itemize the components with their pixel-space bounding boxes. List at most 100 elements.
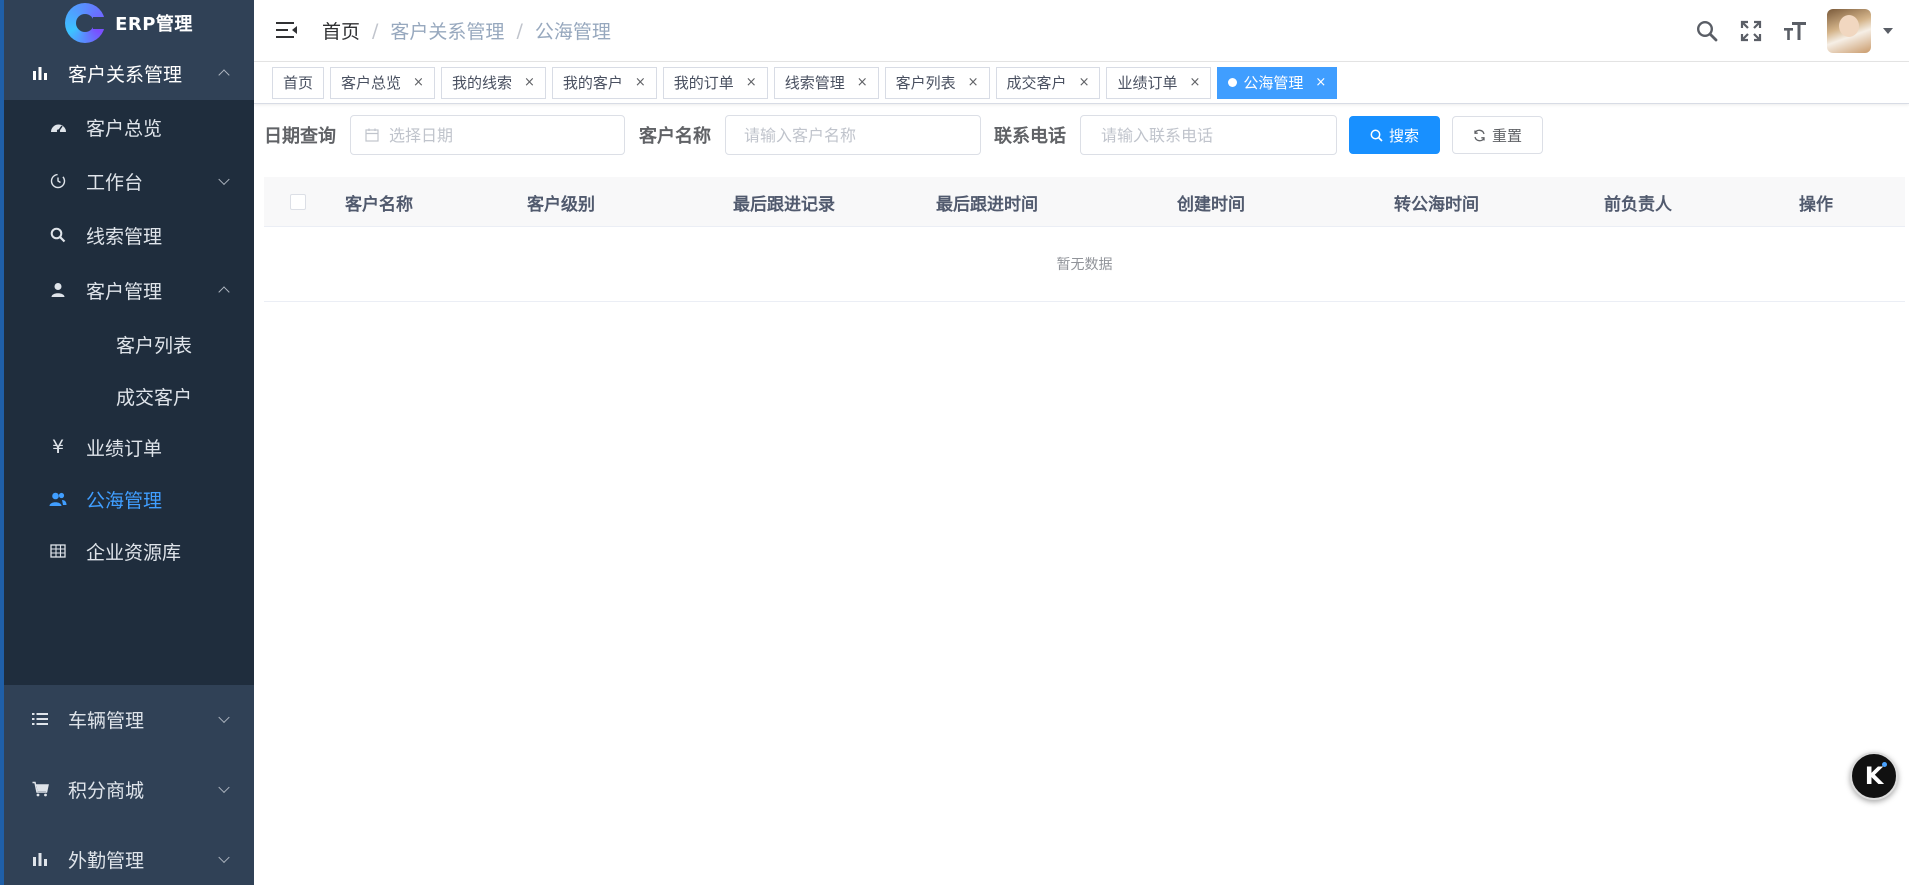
close-icon[interactable]: × xyxy=(1315,75,1326,90)
logo-icon xyxy=(65,3,108,43)
sidebar-item-crm[interactable]: 客户关系管理 xyxy=(4,46,254,100)
tag-my-customers[interactable]: 我的客户 × xyxy=(551,66,657,99)
close-icon[interactable]: × xyxy=(413,75,424,90)
sidebar-item-label: 外勤管理 xyxy=(68,849,145,872)
tag-public-pool[interactable]: 公海管理 × xyxy=(1217,66,1338,99)
chevron-down-icon xyxy=(218,851,230,864)
customer-name-field[interactable] xyxy=(725,115,981,155)
sidebar-item-label: 线索管理 xyxy=(86,225,163,248)
sidebar-item-label: 工作台 xyxy=(86,171,144,194)
tag-my-leads[interactable]: 我的线索 × xyxy=(440,66,546,99)
sidebar-item-label: 客户关系管理 xyxy=(68,63,183,86)
tag-label: 线索管理 xyxy=(784,74,845,92)
name-label: 客户名称 xyxy=(639,126,711,147)
breadcrumb-home[interactable]: 首页 xyxy=(322,17,360,44)
phone-input[interactable] xyxy=(1101,125,1322,145)
chevron-down-icon xyxy=(218,711,230,724)
navbar: 首页 / 客户关系管理 / 公海管理 xyxy=(254,0,1909,62)
sidebar-item-label: 成交客户 xyxy=(116,386,193,409)
tag-label: 客户总览 xyxy=(341,74,402,92)
user-icon xyxy=(46,278,70,302)
floating-button-label: K xyxy=(1864,762,1884,790)
avatar[interactable] xyxy=(1827,9,1871,53)
sidebar-item-customer-overview[interactable]: 客户总览 xyxy=(4,100,254,154)
reset-button-label: 重置 xyxy=(1491,126,1522,145)
tag-customer-overview[interactable]: 客户总览 × xyxy=(330,66,435,99)
date-label: 日期查询 xyxy=(264,126,336,147)
bar-chart-icon xyxy=(28,847,52,871)
sidebar-item-enterprise-library[interactable]: 企业资源库 xyxy=(4,524,254,578)
customer-name-input[interactable] xyxy=(744,125,966,145)
customer-table: 客户名称 客户级别 最后跟进记录 最后跟进时间 创建时间 转公海时间 前负责人 … xyxy=(264,177,1905,302)
logo[interactable]: ERP管理 xyxy=(4,0,254,52)
sidebar-item-points-mall[interactable]: 积分商城 xyxy=(4,762,254,816)
sidebar-item-workbench[interactable]: 工作台 xyxy=(4,154,254,208)
column-header: 操作 xyxy=(1799,194,1833,215)
sidebar-item-label: 车辆管理 xyxy=(68,709,145,732)
sidebar-item-performance-orders[interactable]: ¥ 业绩订单 xyxy=(4,420,254,474)
breadcrumb: 首页 / 客户关系管理 / 公海管理 xyxy=(322,17,611,44)
dot-icon xyxy=(1882,762,1887,767)
sidebar-item-public-pool[interactable]: 公海管理 xyxy=(4,472,254,526)
peoples-icon xyxy=(46,487,70,511)
clock-icon xyxy=(46,169,70,193)
column-header: 创建时间 xyxy=(1177,194,1245,215)
fullscreen-icon[interactable] xyxy=(1739,19,1763,43)
sidebar-item-label: 企业资源库 xyxy=(86,541,182,564)
close-icon[interactable]: × xyxy=(635,75,646,90)
search-form: 日期查询 客户名称 联系电话 搜索 重置 xyxy=(264,114,1543,156)
sidebar-item-closed-customers[interactable]: 成交客户 xyxy=(4,369,254,423)
calendar-icon xyxy=(365,128,379,142)
close-icon[interactable]: × xyxy=(1079,75,1090,90)
tag-home[interactable]: 首页 xyxy=(272,66,325,99)
search-icon[interactable] xyxy=(1695,19,1719,43)
empty-state-text: 暂无数据 xyxy=(1056,257,1113,273)
breadcrumb-separator: / xyxy=(516,19,523,42)
reset-button[interactable]: 重置 xyxy=(1452,116,1543,154)
tag-performance-orders[interactable]: 业绩订单 × xyxy=(1106,66,1212,99)
tag-my-orders[interactable]: 我的订单 × xyxy=(662,66,768,99)
sidebar: ERP管理 客户关系管理 客户总览 工作台 线索管理 客户管理 客户列表 成交客… xyxy=(0,0,254,885)
sidebar-item-field-work[interactable]: 外勤管理 xyxy=(4,832,254,885)
select-all-checkbox[interactable] xyxy=(290,194,306,210)
search-icon xyxy=(1370,129,1383,142)
column-header: 客户名称 xyxy=(345,194,413,215)
sidebar-item-vehicles[interactable]: 车辆管理 xyxy=(4,692,254,746)
close-icon[interactable]: × xyxy=(524,75,535,90)
sidebar-item-leads[interactable]: 线索管理 xyxy=(4,208,254,262)
search-icon xyxy=(46,223,70,247)
column-header: 前负责人 xyxy=(1604,194,1672,215)
close-icon[interactable]: × xyxy=(968,75,979,90)
table-header: 客户名称 客户级别 最后跟进记录 最后跟进时间 创建时间 转公海时间 前负责人 … xyxy=(264,177,1905,227)
date-input[interactable] xyxy=(389,125,610,145)
floating-assistant-button[interactable]: K xyxy=(1850,752,1898,800)
search-button[interactable]: 搜索 xyxy=(1349,116,1440,154)
tag-label: 业绩订单 xyxy=(1117,74,1178,92)
sidebar-item-label: 客户列表 xyxy=(116,334,193,357)
date-picker[interactable] xyxy=(350,115,625,155)
close-icon[interactable]: × xyxy=(857,75,868,90)
chevron-down-icon xyxy=(218,173,230,186)
tag-customer-list[interactable]: 客户列表 × xyxy=(884,66,990,99)
header-actions xyxy=(1695,0,1893,62)
sidebar-item-label: 积分商城 xyxy=(68,779,145,802)
sidebar-item-customer-management[interactable]: 客户管理 xyxy=(4,263,254,317)
yen-icon: ¥ xyxy=(51,436,65,458)
tag-closed-customers[interactable]: 成交客户 × xyxy=(995,66,1101,99)
sidebar-item-customer-list[interactable]: 客户列表 xyxy=(4,317,254,371)
tag-label: 成交客户 xyxy=(1006,74,1067,92)
phone-field[interactable] xyxy=(1080,115,1337,155)
tags-view: 首页 客户总览 × 我的线索 × 我的客户 × 我的订单 × 线索管理 × 客户列表 × 成… xyxy=(254,62,1909,104)
tag-label: 我的线索 xyxy=(451,74,512,92)
tag-label: 公海管理 xyxy=(1243,74,1304,92)
tag-lead-management[interactable]: 线索管理 × xyxy=(773,66,879,99)
hamburger-icon[interactable] xyxy=(276,20,298,42)
cart-icon xyxy=(28,777,52,801)
chevron-up-icon xyxy=(218,69,230,81)
caret-down-icon[interactable] xyxy=(1883,28,1893,34)
list-icon xyxy=(28,707,52,731)
close-icon[interactable]: × xyxy=(746,75,757,90)
font-size-icon[interactable] xyxy=(1783,19,1807,43)
close-icon[interactable]: × xyxy=(1189,75,1200,90)
dashboard-icon xyxy=(46,115,70,139)
